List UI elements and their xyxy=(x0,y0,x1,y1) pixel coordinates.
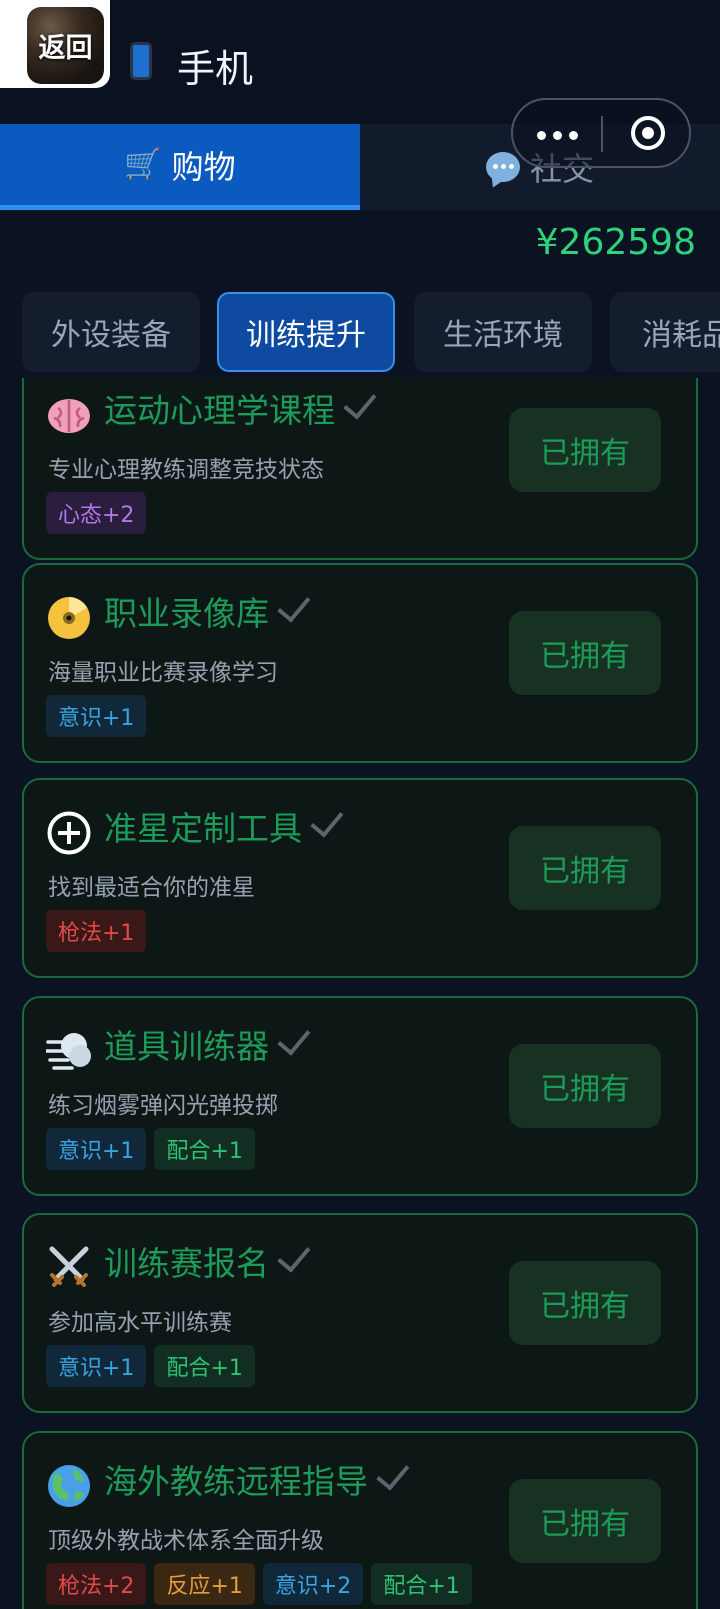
item-tags: 意识+1 xyxy=(46,695,147,737)
close-target-icon[interactable] xyxy=(631,116,665,150)
item-description: 找到最适合你的准星 xyxy=(48,875,255,901)
category-tab-consumables[interactable]: 消耗品 xyxy=(610,292,720,372)
item-tags: 枪法+1 xyxy=(46,910,147,952)
capsule-divider xyxy=(601,116,603,152)
shopping-cart-icon: 🛒 xyxy=(124,147,162,182)
stat-tag: 意识+1 xyxy=(46,1345,147,1387)
balance-display: ¥262598 xyxy=(535,222,696,263)
mini-program-capsule xyxy=(511,98,691,168)
category-tabs: 外设装备 训练提升 生活环境 消耗品 xyxy=(0,290,720,378)
brain-icon xyxy=(48,399,90,433)
item-title: 运动心理学课程 xyxy=(104,384,377,432)
item-card: 道具训练器 练习烟雾弹闪光弹投掷 意识+1 配合+1 已拥有 xyxy=(22,996,698,1196)
item-card: 海外教练远程指导 顶级外教战术体系全面升级 枪法+2 反应+1 意识+2 配合+… xyxy=(22,1431,698,1609)
stat-tag: 意识+1 xyxy=(46,695,147,737)
category-tab-peripherals[interactable]: 外设装备 xyxy=(22,292,200,372)
category-tab-living[interactable]: 生活环境 xyxy=(414,292,592,372)
item-tags: 意识+1 配合+1 xyxy=(46,1128,255,1170)
owned-button[interactable]: 已拥有 xyxy=(509,408,661,492)
crossed-swords-icon xyxy=(49,1246,89,1287)
crosshair-plus-icon xyxy=(47,811,91,855)
owned-button[interactable]: 已拥有 xyxy=(509,611,661,695)
checkmark-icon xyxy=(277,1021,311,1056)
item-description: 顶级外教战术体系全面升级 xyxy=(48,1528,324,1554)
checkmark-icon xyxy=(277,588,311,623)
item-card: 运动心理学课程 专业心理教练调整竞技状态 心态+2 已拥有 xyxy=(22,378,698,560)
item-description: 海量职业比赛录像学习 xyxy=(48,660,278,686)
owned-button[interactable]: 已拥有 xyxy=(509,1479,661,1563)
owned-button[interactable]: 已拥有 xyxy=(509,1044,661,1128)
back-button-label: 返回 xyxy=(38,33,93,64)
dvd-icon xyxy=(48,597,90,639)
mobile-phone-icon xyxy=(130,42,152,80)
stat-tag: 配合+1 xyxy=(371,1563,472,1605)
item-tags: 枪法+2 反应+1 意识+2 配合+1 xyxy=(46,1563,472,1605)
item-title: 海外教练远程指导 xyxy=(104,1455,410,1503)
stat-tag: 心态+2 xyxy=(46,492,147,534)
item-title: 训练赛报名 xyxy=(104,1237,311,1285)
checkmark-icon xyxy=(376,1456,410,1491)
globe-icon xyxy=(48,1465,90,1507)
owned-button[interactable]: 已拥有 xyxy=(509,1261,661,1345)
item-description: 参加高水平训练赛 xyxy=(48,1310,232,1336)
stat-tag: 配合+1 xyxy=(154,1128,255,1170)
item-title: 职业录像库 xyxy=(104,587,311,635)
stat-tag: 枪法+1 xyxy=(46,910,147,952)
item-tags: 意识+1 配合+1 xyxy=(46,1345,255,1387)
back-button[interactable]: 返回 xyxy=(27,7,104,84)
checkmark-icon xyxy=(277,1238,311,1273)
stat-tag: 意识+2 xyxy=(262,1563,364,1605)
item-card: 准星定制工具 找到最适合你的准星 枪法+1 已拥有 xyxy=(22,778,698,978)
stat-tag: 配合+1 xyxy=(154,1345,255,1387)
checkmark-icon xyxy=(310,803,344,838)
item-card: 职业录像库 海量职业比赛录像学习 意识+1 已拥有 xyxy=(22,563,698,763)
item-description: 练习烟雾弹闪光弹投掷 xyxy=(48,1093,278,1119)
page-title: 手机 xyxy=(177,47,254,91)
item-card: 训练赛报名 参加高水平训练赛 意识+1 配合+1 已拥有 xyxy=(22,1213,698,1413)
wind-icon xyxy=(46,1033,91,1070)
tab-shopping[interactable]: 🛒 购物 xyxy=(0,124,360,210)
stat-tag: 意识+1 xyxy=(46,1128,147,1170)
tab-shopping-label: 购物 xyxy=(171,147,236,186)
checkmark-icon xyxy=(343,385,377,420)
category-tab-training[interactable]: 训练提升 xyxy=(217,292,395,372)
item-title: 道具训练器 xyxy=(104,1020,311,1068)
stat-tag: 反应+1 xyxy=(154,1563,255,1605)
item-description: 专业心理教练调整竞技状态 xyxy=(48,457,324,483)
back-button-frame: 返回 xyxy=(0,0,110,88)
more-options-icon[interactable] xyxy=(537,118,597,148)
speech-bubble-icon xyxy=(485,152,520,182)
owned-button[interactable]: 已拥有 xyxy=(509,826,661,910)
stat-tag: 枪法+2 xyxy=(46,1563,147,1605)
item-list: 运动心理学课程 专业心理教练调整竞技状态 心态+2 已拥有 职业录像库 海量职业… xyxy=(0,378,720,1609)
item-tags: 心态+2 xyxy=(46,492,147,534)
item-title: 准星定制工具 xyxy=(104,802,344,850)
